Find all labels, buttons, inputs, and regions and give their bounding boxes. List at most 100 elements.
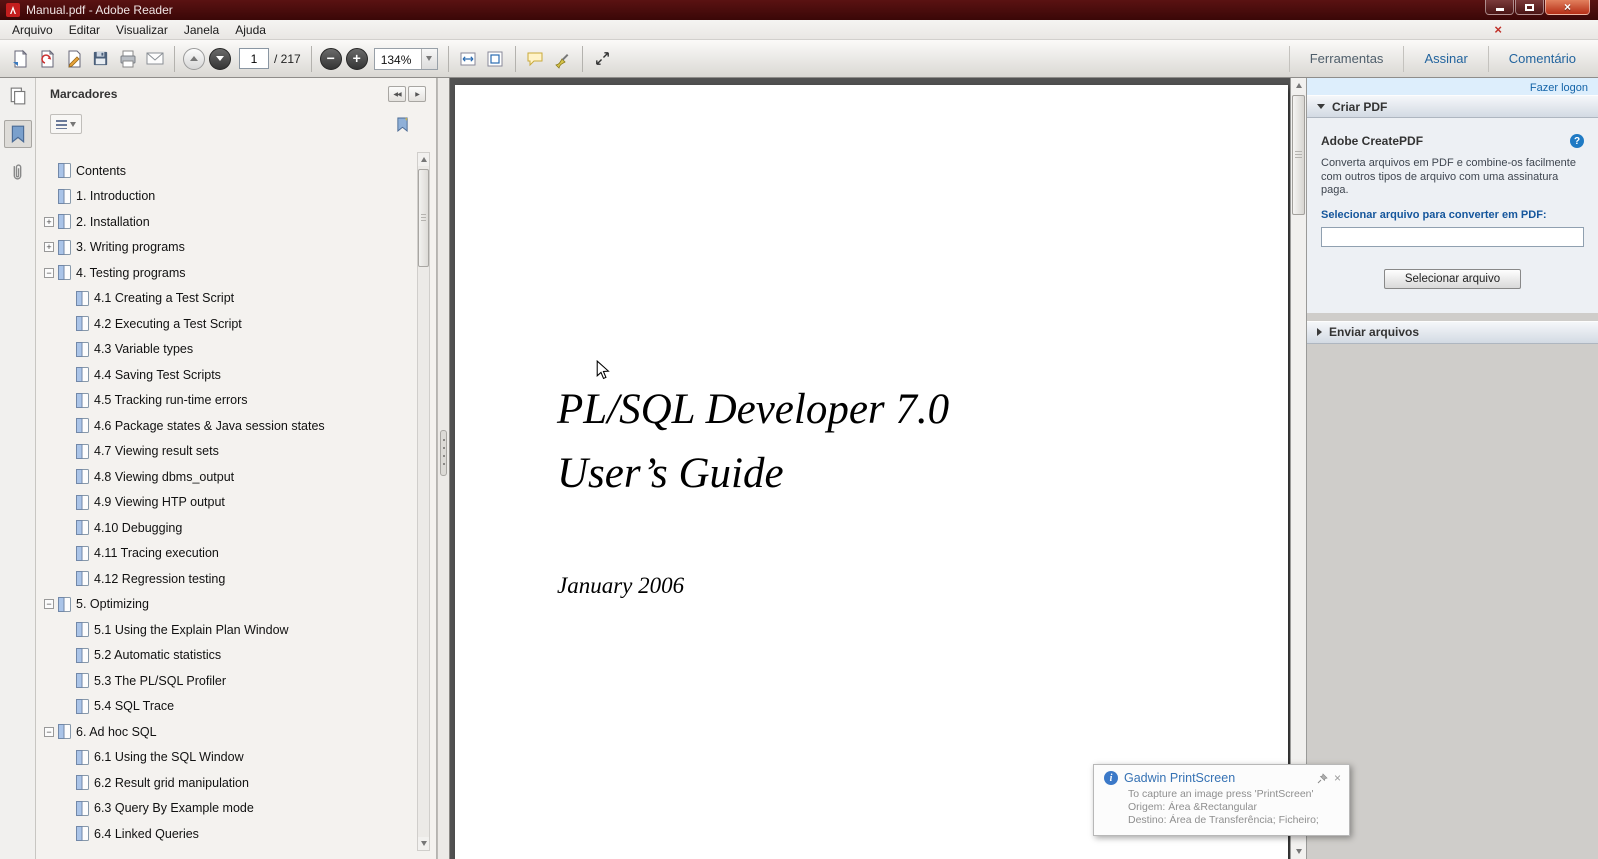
bookmark-item[interactable]: 6.4 Linked Queries <box>36 821 416 847</box>
chevron-down-icon <box>70 122 76 127</box>
open-file-icon[interactable] <box>6 45 33 72</box>
bookmark-item[interactable]: 1. Introduction <box>36 184 416 210</box>
expander-icon[interactable] <box>44 268 54 278</box>
bookmark-item[interactable]: 4.9 Viewing HTP output <box>36 490 416 516</box>
expander-icon[interactable] <box>44 242 54 252</box>
scroll-up-button[interactable] <box>1291 78 1306 93</box>
highlight-sign-icon[interactable] <box>549 45 576 72</box>
menu-item[interactable]: Editar <box>61 21 108 39</box>
bookmark-item[interactable]: 5.1 Using the Explain Plan Window <box>36 617 416 643</box>
save-icon[interactable] <box>87 45 114 72</box>
bookmark-item[interactable]: 4.3 Variable types <box>36 337 416 363</box>
bookmarks-scrollbar[interactable] <box>417 152 430 851</box>
bookmark-item[interactable]: 2. Installation <box>36 209 416 235</box>
notification-close-icon[interactable]: × <box>1334 771 1341 785</box>
fit-width-icon[interactable] <box>455 45 482 72</box>
bookmark-item[interactable]: 4.8 Viewing dbms_output <box>36 464 416 490</box>
maximize-button[interactable] <box>1515 0 1544 15</box>
attachments-button[interactable] <box>4 158 32 186</box>
logon-link[interactable]: Fazer logon <box>1530 82 1588 94</box>
pin-icon[interactable] <box>1317 773 1328 784</box>
sign-icon[interactable] <box>60 45 87 72</box>
create-pdf-header-label: Criar PDF <box>1332 100 1387 114</box>
pdf-page[interactable]: PL/SQL Developer 7.0 User’s Guide Januar… <box>455 85 1288 859</box>
toolbar-panel-button[interactable]: Comentário <box>1488 46 1596 72</box>
bookmark-item[interactable]: 4.6 Package states & Java session states <box>36 413 416 439</box>
bookmark-item[interactable]: 4.1 Creating a Test Script <box>36 286 416 312</box>
scroll-down-button[interactable] <box>1291 844 1306 859</box>
bookmark-locate-icon <box>396 117 409 132</box>
page-thumbnails-button[interactable] <box>4 82 32 110</box>
bookmark-item[interactable]: 4.4 Saving Test Scripts <box>36 362 416 388</box>
previous-page-button[interactable] <box>183 48 205 70</box>
zoom-level-select[interactable]: 134% <box>374 48 438 70</box>
scrollbar-thumb[interactable] <box>418 169 429 267</box>
bookmarks-options-row <box>50 114 436 134</box>
bookmark-item[interactable]: 4.11 Tracing execution <box>36 541 416 567</box>
expander-icon[interactable] <box>44 599 54 609</box>
bookmark-item[interactable]: 5.4 SQL Trace <box>36 694 416 720</box>
close-button[interactable]: × <box>1545 0 1590 15</box>
bookmark-item[interactable]: 4.12 Regression testing <box>36 566 416 592</box>
toolbar-panel-button[interactable]: Assinar <box>1403 46 1487 72</box>
scroll-down-button[interactable] <box>418 837 429 850</box>
bookmark-item[interactable]: 4. Testing programs <box>36 260 416 286</box>
menu-item[interactable]: Arquivo <box>4 21 61 39</box>
locate-current-bookmark-button[interactable] <box>392 115 412 133</box>
email-icon[interactable] <box>141 45 168 72</box>
print-icon[interactable] <box>114 45 141 72</box>
bookmark-label: 4.4 Saving Test Scripts <box>94 368 221 382</box>
expander-icon[interactable] <box>44 217 54 227</box>
zoom-in-button[interactable]: + <box>346 48 368 70</box>
bookmark-item[interactable]: 6.2 Result grid manipulation <box>36 770 416 796</box>
comment-bubble-icon[interactable] <box>522 45 549 72</box>
bookmark-item[interactable]: Contents <box>36 158 416 184</box>
expander-icon[interactable] <box>44 727 54 737</box>
toolbar-separator <box>582 46 583 72</box>
bookmarks-panel-button[interactable] <box>4 120 32 148</box>
bookmark-item[interactable]: 5.2 Automatic statistics <box>36 643 416 669</box>
bookmark-item[interactable]: 6.3 Query By Example mode <box>36 796 416 822</box>
file-input[interactable] <box>1321 227 1584 247</box>
create-pdf-icon[interactable] <box>33 45 60 72</box>
bookmark-options-button[interactable] <box>50 114 82 134</box>
bookmark-item[interactable]: 3. Writing programs <box>36 235 416 261</box>
document-scrollbar[interactable] <box>1290 78 1306 859</box>
page-number-input[interactable] <box>239 48 269 69</box>
zoom-dropdown-button[interactable] <box>421 49 437 69</box>
toolbar-separator <box>311 46 312 72</box>
bookmark-item[interactable]: 4.7 Viewing result sets <box>36 439 416 465</box>
bookmark-item[interactable]: 5.3 The PL/SQL Profiler <box>36 668 416 694</box>
fit-page-icon[interactable] <box>482 45 509 72</box>
expand-panel-button[interactable]: ▶ <box>408 86 426 102</box>
bookmark-item[interactable]: 6.1 Using the SQL Window <box>36 745 416 771</box>
document-area[interactable]: PL/SQL Developer 7.0 User’s Guide Januar… <box>450 78 1290 859</box>
product-row: Adobe CreatePDF ? <box>1321 134 1584 148</box>
toolbar-panel-button[interactable]: Ferramentas <box>1289 46 1404 72</box>
collapse-panel-button[interactable]: ◀◀ <box>388 86 406 102</box>
select-file-button[interactable]: Selecionar arquivo <box>1384 269 1521 289</box>
menu-item[interactable]: Visualizar <box>108 21 176 39</box>
document-close-icon[interactable]: × <box>1494 22 1502 37</box>
menu-item[interactable]: Janela <box>176 21 227 39</box>
bookmark-page-icon <box>76 546 89 561</box>
bookmark-item[interactable]: 4.10 Debugging <box>36 515 416 541</box>
fullscreen-icon[interactable] <box>589 45 616 72</box>
minimize-button[interactable] <box>1485 0 1514 15</box>
next-page-button[interactable] <box>209 48 231 70</box>
bookmark-item[interactable]: 6. Ad hoc SQL <box>36 719 416 745</box>
panel-splitter[interactable] <box>437 78 450 859</box>
zoom-level-value: 134% <box>375 49 421 69</box>
scrollbar-thumb[interactable] <box>1292 95 1305 215</box>
send-files-section-header[interactable]: Enviar arquivos <box>1307 321 1598 344</box>
bookmark-item[interactable]: 5. Optimizing <box>36 592 416 618</box>
select-file-link[interactable]: Selecionar arquivo para converter em PDF… <box>1321 209 1584 221</box>
scroll-up-button[interactable] <box>418 153 429 166</box>
splitter-grip[interactable] <box>440 430 447 476</box>
create-pdf-section-header[interactable]: Criar PDF <box>1307 95 1598 118</box>
zoom-out-button[interactable]: − <box>320 48 342 70</box>
bookmark-item[interactable]: 4.2 Executing a Test Script <box>36 311 416 337</box>
help-icon[interactable]: ? <box>1570 134 1584 148</box>
bookmark-item[interactable]: 4.5 Tracking run-time errors <box>36 388 416 414</box>
menu-item[interactable]: Ajuda <box>227 21 274 39</box>
